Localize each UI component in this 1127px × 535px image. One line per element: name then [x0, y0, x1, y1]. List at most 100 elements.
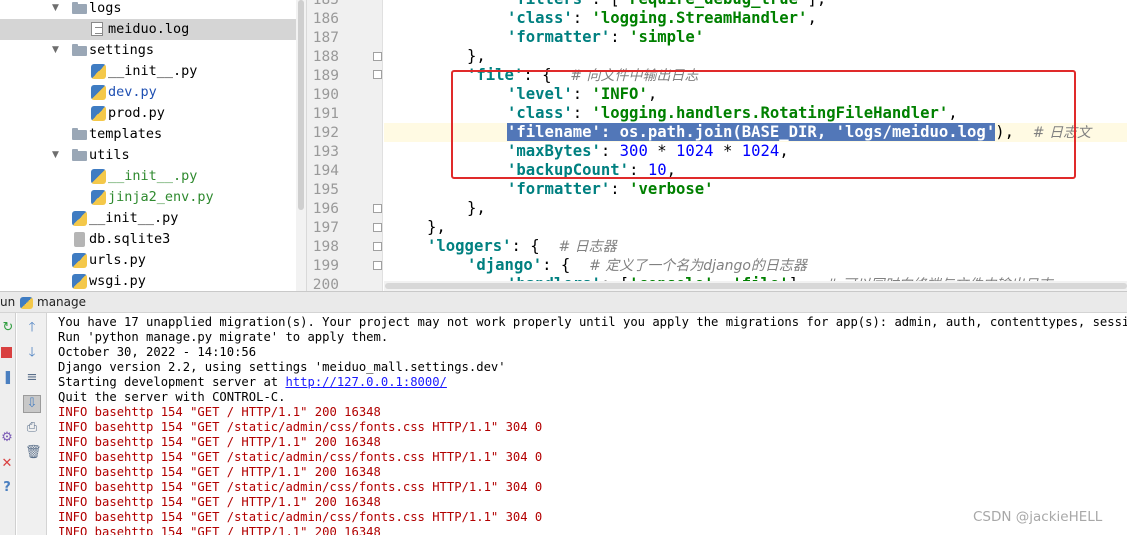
rerun-icon[interactable]: ↻	[1, 321, 15, 335]
line-number: 195	[312, 182, 339, 198]
log-line: INFO basehttp 154 "GET /static/admin/css…	[58, 480, 543, 494]
line-number: 188	[312, 49, 339, 65]
console-output[interactable]: You have 17 unapplied migration(s). Your…	[48, 313, 1127, 535]
line-number: 194	[312, 163, 339, 179]
expand-arrow-icon[interactable]: ▼	[52, 145, 62, 166]
line-number: 187	[312, 30, 339, 46]
tree-item-prod-py[interactable]: prod.py	[0, 103, 296, 124]
server-url-link[interactable]: http://127.0.0.1:8000/	[285, 375, 446, 389]
debug-link-icon[interactable]: ⚙	[0, 431, 14, 445]
run-config-name[interactable]: manage	[37, 292, 86, 312]
tree-item-dev-py[interactable]: dev.py	[0, 82, 296, 103]
folder-icon	[72, 2, 87, 14]
line-number: 189	[312, 68, 339, 84]
log-line: INFO basehttp 154 "GET /static/admin/css…	[58, 450, 543, 464]
stop-icon[interactable]	[0, 346, 14, 360]
console-line: Run 'python manage.py migrate' to apply …	[58, 330, 389, 344]
scrollbar-thumb[interactable]	[385, 283, 1127, 289]
log-line: INFO basehttp 154 "GET / HTTP/1.1" 200 1…	[58, 465, 381, 479]
folder-icon	[72, 128, 87, 140]
expand-arrow-icon[interactable]: ▼	[52, 40, 62, 61]
python-file-icon	[91, 169, 106, 184]
python-file-icon	[91, 64, 106, 79]
code-line-199: 'django': { # 定义了一个名为django的日志器	[467, 256, 807, 274]
tree-item-wsgi-py[interactable]: wsgi.py	[0, 271, 296, 291]
database-file-icon	[74, 232, 85, 247]
soft-wrap-icon[interactable]: ≡	[25, 371, 39, 385]
tree-item-logs[interactable]: ▼ logs	[0, 0, 296, 19]
log-line: INFO basehttp 154 "GET / HTTP/1.1" 200 1…	[58, 525, 381, 535]
project-tree: ▼ logs meiduo.log ▼ settings __init__.py…	[0, 0, 307, 291]
console-line: Django version 2.2, using settings 'meid…	[58, 360, 506, 374]
line-number: 185	[312, 0, 339, 8]
tree-item-settings-init[interactable]: __init__.py	[0, 61, 296, 82]
tree-scrollbar[interactable]	[296, 0, 306, 291]
fold-marker-icon[interactable]	[373, 70, 382, 79]
run-toolbar-right: 🡑 🡓 ≡ ⇩ ⎙ 🗑	[17, 313, 47, 535]
line-number: 198	[312, 239, 339, 255]
log-line: INFO basehttp 154 "GET /static/admin/css…	[58, 510, 543, 524]
console-line: You have 17 unapplied migration(s). Your…	[58, 315, 1127, 329]
python-file-icon	[91, 106, 106, 121]
run-tab-label[interactable]: un	[0, 292, 15, 312]
code-line-188: },	[467, 47, 486, 65]
line-number: 199	[312, 258, 339, 274]
folder-icon	[72, 44, 87, 56]
python-file-icon	[91, 190, 106, 205]
text-file-icon	[91, 22, 103, 36]
line-number: 193	[312, 144, 339, 160]
tree-item-utils-init[interactable]: __init__.py	[0, 166, 296, 187]
code-line-197: },	[427, 218, 446, 236]
help-icon[interactable]: ?	[0, 481, 14, 495]
line-number: 186	[312, 11, 339, 27]
line-number: 191	[312, 106, 339, 122]
watermark-text: CSDN @jackieHELL	[973, 509, 1103, 525]
scroll-to-end-icon[interactable]: ⇩	[23, 395, 41, 413]
down-arrow-icon[interactable]: 🡓	[25, 346, 39, 360]
annotation-highlight-box	[451, 70, 1076, 179]
expand-arrow-icon[interactable]: ▼	[52, 0, 62, 19]
line-number: 192	[312, 125, 339, 141]
log-line: INFO basehttp 154 "GET / HTTP/1.1" 200 1…	[58, 435, 381, 449]
console-line: October 30, 2022 - 14:10:56	[58, 345, 257, 359]
tree-item-jinja2-env[interactable]: jinja2_env.py	[0, 187, 296, 208]
trash-icon[interactable]: 🗑	[25, 446, 42, 460]
line-number: 190	[312, 87, 339, 103]
editor-gutter: 185 186 187 188 189 190 191 192 193 194 …	[307, 0, 383, 293]
editor-horizontal-scrollbar[interactable]	[384, 281, 1127, 291]
code-line-195: 'formatter': 'verbose'	[507, 180, 714, 198]
pause-icon[interactable]: ❚	[1, 371, 15, 385]
python-file-icon	[91, 85, 106, 100]
python-file-icon	[72, 253, 87, 268]
fold-marker-icon[interactable]	[373, 242, 382, 251]
console-line: Starting development server at http://12…	[58, 375, 447, 389]
tree-item-templates[interactable]: templates	[0, 124, 296, 145]
run-tool-window-header: un manage	[0, 291, 1127, 313]
log-line: INFO basehttp 154 "GET /static/admin/css…	[58, 420, 543, 434]
fold-marker-icon[interactable]	[373, 223, 382, 232]
code-line-198: 'loggers': { # 日志器	[427, 237, 617, 255]
tree-item-settings[interactable]: ▼ settings	[0, 40, 296, 61]
code-line-185: 'filters': ['require_debug_true'],	[507, 0, 826, 9]
tree-item-db-sqlite[interactable]: db.sqlite3	[0, 229, 296, 250]
console-line: Quit the server with CONTROL-C.	[58, 390, 286, 404]
fold-marker-icon[interactable]	[373, 204, 382, 213]
scrollbar-thumb[interactable]	[298, 0, 304, 210]
print-icon[interactable]: ⎙	[25, 421, 39, 435]
code-line-186: 'class': 'logging.StreamHandler',	[507, 9, 817, 27]
tree-item-utils[interactable]: ▼ utils	[0, 145, 296, 166]
tree-item-meiduo-log[interactable]: meiduo.log	[0, 19, 296, 40]
log-line: INFO basehttp 154 "GET / HTTP/1.1" 200 1…	[58, 405, 381, 419]
fold-marker-icon[interactable]	[373, 261, 382, 270]
up-arrow-icon[interactable]: 🡑	[25, 321, 39, 335]
line-number: 197	[312, 220, 339, 236]
folder-icon	[72, 149, 87, 161]
fold-marker-icon[interactable]	[373, 52, 382, 61]
line-number: 196	[312, 201, 339, 217]
tree-item-urls-py[interactable]: urls.py	[0, 250, 296, 271]
python-file-icon	[72, 211, 87, 226]
tree-item-root-init[interactable]: __init__.py	[0, 208, 296, 229]
close-icon[interactable]: ✕	[0, 457, 14, 471]
code-line-187: 'formatter': 'simple'	[507, 28, 705, 46]
run-toolbar-left: ↻ ❚ ⚙ ✕ ?	[0, 313, 16, 535]
